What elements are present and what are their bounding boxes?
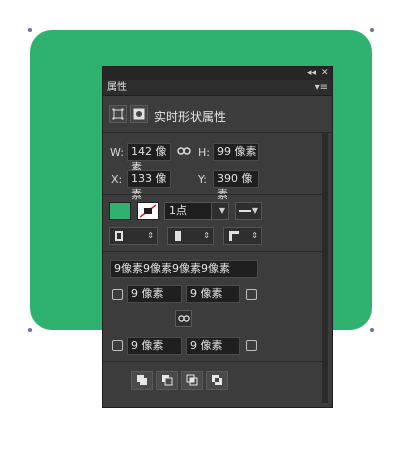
divider (103, 194, 322, 195)
panel-title: 实时形状属性 (154, 110, 227, 124)
divider (103, 251, 322, 252)
close-icon[interactable]: ✕ (321, 67, 329, 80)
properties-panel: ◂◂ ✕ 属性 ▾≡ 实时形状属性 W: 142 像素 H: 99 像素 X: … (103, 67, 332, 407)
shape-properties-icon[interactable] (109, 105, 127, 123)
x-field[interactable]: 133 像素 (127, 170, 171, 201)
corner-top-left-icon (112, 289, 123, 300)
exclude-overlap-icon[interactable] (206, 371, 228, 390)
tab-properties[interactable]: 属性 (107, 81, 127, 94)
stroke-width-arrow-button[interactable]: ▼ (211, 202, 229, 220)
stroke-color-swatch[interactable] (137, 202, 159, 220)
bottom-left-radius-field[interactable]: 9 像素 (127, 337, 182, 355)
stroke-join-icon (229, 231, 239, 241)
top-right-radius-field[interactable]: 9 像素 (186, 285, 240, 303)
stroke-align-dropdown[interactable]: ⇕ (109, 227, 158, 245)
anchor-point[interactable] (28, 328, 32, 332)
stroke-align-icon (115, 231, 123, 241)
all-corners-radius-field[interactable]: 9像素9像素9像素9像素 (110, 260, 258, 278)
anchor-point[interactable] (370, 328, 374, 332)
corner-top-right-icon (246, 289, 257, 300)
chevron-updown-icon: ⇕ (147, 231, 154, 240)
anchor-point[interactable] (370, 28, 374, 32)
fill-color-swatch[interactable] (109, 202, 131, 220)
scrollbar[interactable] (322, 133, 328, 403)
chevron-updown-icon: ⇕ (251, 231, 258, 240)
y-field[interactable]: 390 像素 (213, 170, 259, 201)
panel-menu-icon[interactable]: ▾≡ (315, 81, 328, 94)
chevron-down-icon: ▼ (251, 206, 258, 215)
link-icon[interactable] (177, 145, 191, 160)
combine-shapes-icon[interactable] (131, 371, 153, 390)
top-left-radius-field[interactable]: 9 像素 (127, 285, 182, 303)
subtract-front-shape-icon[interactable] (156, 371, 178, 390)
line-style-icon (239, 210, 251, 212)
link-corners-icon[interactable] (175, 310, 192, 327)
collapse-icon[interactable]: ◂◂ (307, 67, 316, 80)
width-label: W: (110, 146, 124, 159)
mask-icon[interactable] (130, 105, 148, 123)
chevron-updown-icon: ⇕ (203, 231, 210, 240)
width-field[interactable]: 142 像素 (127, 143, 171, 174)
corner-bottom-left-icon (112, 340, 123, 351)
stroke-cap-dropdown[interactable]: ⇕ (167, 227, 214, 245)
stroke-cap-icon (175, 231, 181, 241)
y-label: Y: (198, 173, 207, 186)
panel-tabbar: 属性 ▾≡ (103, 80, 332, 96)
bottom-right-radius-field[interactable]: 9 像素 (186, 337, 240, 355)
panel-header: 实时形状属性 (103, 96, 332, 133)
divider (103, 361, 322, 362)
anchor-point[interactable] (28, 28, 32, 32)
x-label: X: (111, 173, 123, 186)
chevron-down-icon: ▼ (218, 206, 225, 215)
height-field[interactable]: 99 像素 (213, 143, 259, 161)
stroke-type-dropdown[interactable]: ▼ (235, 202, 262, 220)
stroke-join-dropdown[interactable]: ⇕ (223, 227, 262, 245)
height-label: H: (198, 146, 210, 159)
intersect-shapes-icon[interactable] (181, 371, 203, 390)
stroke-width-value: 1点 (169, 204, 187, 217)
panel-titlebar[interactable]: ◂◂ ✕ (103, 67, 332, 80)
corner-bottom-right-icon (246, 340, 257, 351)
